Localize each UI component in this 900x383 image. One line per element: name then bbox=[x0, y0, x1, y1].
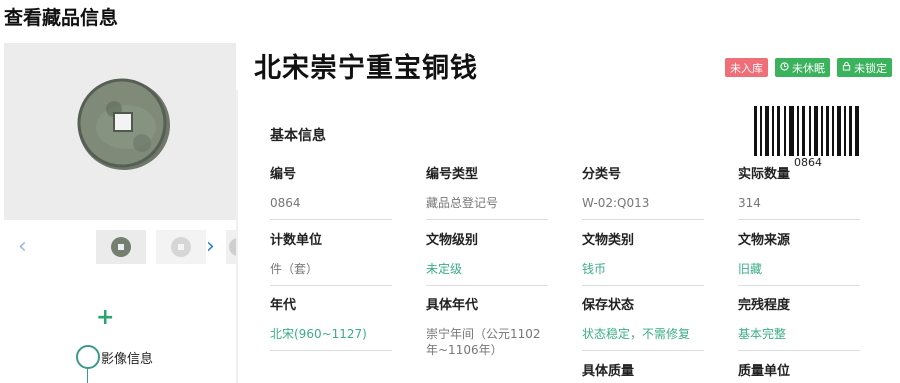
field-specific-mass: 具体质量 bbox=[582, 360, 704, 379]
field-label: 保存状态 bbox=[582, 298, 635, 313]
field-label: 分类号 bbox=[582, 167, 622, 182]
field-value: 藏品总登记号 bbox=[426, 195, 548, 220]
status-badge-not-stored: 未入库 bbox=[725, 58, 768, 77]
field-label: 计数单位 bbox=[270, 233, 323, 248]
timeline-item-label[interactable]: 影像信息 bbox=[101, 348, 153, 367]
clock-icon bbox=[780, 61, 789, 74]
field-era: 年代 北宋(960~1127) bbox=[270, 294, 392, 351]
chevron-right-icon[interactable]: › bbox=[206, 236, 215, 258]
thumbnail-2[interactable] bbox=[156, 230, 206, 264]
field-relic-level: 文物级别 未定级 bbox=[426, 229, 548, 286]
field-number: 编号 0864 bbox=[270, 163, 392, 220]
badge-label: 未锁定 bbox=[854, 61, 887, 75]
field-value[interactable]: 未定级 bbox=[426, 261, 548, 286]
field-value: 0864 bbox=[270, 195, 392, 220]
field-count-unit: 计数单位 件（套） bbox=[270, 229, 392, 286]
object-title: 北宋崇宁重宝铜钱 bbox=[254, 53, 478, 84]
field-specific-era: 具体年代 崇宁年间（公元1102年~1106年） bbox=[426, 294, 548, 366]
field-value: W-02:Q013 bbox=[582, 195, 704, 220]
field-label: 编号类型 bbox=[426, 167, 479, 182]
field-label: 实际数量 bbox=[738, 167, 791, 182]
field-label: 年代 bbox=[270, 298, 297, 313]
page-title: 查看藏品信息 bbox=[4, 7, 119, 29]
field-value: 件（套） bbox=[270, 261, 392, 286]
field-classification: 分类号 W-02:Q013 bbox=[582, 163, 704, 220]
field-preservation-state: 保存状态 状态稳定，不需修复 bbox=[582, 294, 704, 351]
field-value[interactable]: 旧藏 bbox=[738, 261, 860, 286]
thumbnail-strip: ‹ › bbox=[0, 226, 240, 268]
field-completeness: 完残程度 基本完整 bbox=[738, 294, 860, 351]
field-value[interactable]: 北宋(960~1127) bbox=[270, 326, 392, 351]
field-label: 文物来源 bbox=[738, 233, 791, 248]
status-badge-not-dormant: 未休眠 bbox=[775, 58, 830, 77]
field-value: 314 bbox=[738, 195, 860, 220]
field-label: 具体质量 bbox=[582, 364, 635, 379]
field-label: 文物类别 bbox=[582, 233, 635, 248]
field-value[interactable]: 状态稳定，不需修复 bbox=[582, 326, 704, 351]
status-badges: 未入库 未休眠 未锁定 bbox=[725, 58, 892, 77]
field-actual-quantity: 实际数量 314 bbox=[738, 163, 860, 220]
main-artifact-image[interactable] bbox=[4, 43, 236, 220]
field-label: 文物级别 bbox=[426, 233, 479, 248]
badge-label: 未入库 bbox=[730, 61, 763, 75]
field-label: 质量单位 bbox=[738, 364, 791, 379]
badge-label: 未休眠 bbox=[792, 61, 825, 75]
field-mass-unit: 质量单位 bbox=[738, 360, 860, 379]
timeline-node bbox=[76, 345, 100, 369]
section-title: 基本信息 bbox=[270, 128, 326, 144]
status-badge-not-locked: 未锁定 bbox=[837, 58, 892, 77]
field-label: 完残程度 bbox=[738, 298, 791, 313]
field-label: 编号 bbox=[270, 167, 297, 182]
field-relic-category: 文物类别 钱币 bbox=[582, 229, 704, 286]
field-value[interactable]: 基本完整 bbox=[738, 326, 860, 351]
lock-icon bbox=[842, 61, 851, 74]
chevron-left-icon[interactable]: ‹ bbox=[18, 236, 27, 258]
plus-icon[interactable]: + bbox=[96, 307, 114, 329]
field-relic-source: 文物来源 旧藏 bbox=[738, 229, 860, 286]
thumbnail-1[interactable] bbox=[96, 230, 146, 264]
barcode-image bbox=[754, 106, 860, 160]
timeline-line bbox=[87, 368, 88, 383]
field-label: 具体年代 bbox=[426, 298, 479, 313]
field-value: 崇宁年间（公元1102年~1106年） bbox=[426, 327, 541, 357]
field-number-type: 编号类型 藏品总登记号 bbox=[426, 163, 548, 220]
field-value[interactable]: 钱币 bbox=[582, 261, 704, 286]
